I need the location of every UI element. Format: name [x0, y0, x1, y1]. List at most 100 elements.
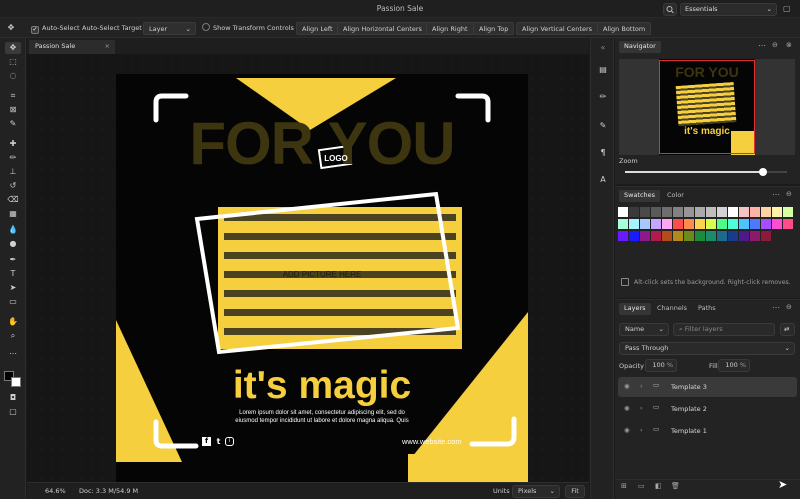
panel-menu-icon[interactable]: ⋯	[758, 41, 766, 50]
filter-layers-input[interactable]: ⌕ Filter layers	[673, 323, 775, 336]
color-swatch[interactable]	[640, 231, 650, 241]
color-swatch[interactable]	[739, 219, 749, 229]
panel-menu-icon[interactable]: ⋯	[772, 303, 780, 312]
brush-settings-icon[interactable]: ✏	[595, 91, 611, 103]
delete-layer-icon[interactable]: 🗑	[671, 482, 680, 490]
color-swatch[interactable]	[673, 231, 683, 241]
fit-button[interactable]: Fit	[565, 485, 585, 498]
lasso-tool-icon[interactable]: ◌	[5, 70, 21, 82]
crop-tool-icon[interactable]: ⌗	[5, 90, 21, 102]
zoom-readout[interactable]: 64.6%	[45, 487, 66, 495]
color-swatch[interactable]	[684, 219, 694, 229]
color-swatch[interactable]	[772, 207, 782, 217]
more-tools-icon[interactable]: ⋯	[5, 348, 21, 360]
workspace-select[interactable]: Essentials ⌄	[680, 3, 777, 16]
tab-color[interactable]: Color	[662, 190, 689, 202]
units-select[interactable]: Pixels ⌄	[512, 485, 560, 498]
chevron-right-icon[interactable]: ›	[640, 404, 643, 412]
color-swatch[interactable]	[651, 219, 661, 229]
layer-row[interactable]: ◉ › ▭ Template 3	[618, 377, 797, 397]
navigator-preview[interactable]: FOR YOU it's magic	[619, 59, 795, 155]
color-swatch[interactable]	[706, 231, 716, 241]
color-swatch[interactable]	[684, 231, 694, 241]
color-swatch[interactable]	[728, 207, 738, 217]
chevron-right-icon[interactable]: ›	[640, 382, 643, 390]
zoom-tool-icon[interactable]: ⌕	[5, 330, 21, 342]
color-swatch[interactable]	[651, 207, 661, 217]
add-swatch-icon[interactable]	[621, 278, 629, 286]
color-swatch[interactable]	[772, 219, 782, 229]
chevron-right-icon[interactable]: ›	[640, 426, 643, 434]
collapse-icon[interactable]: «	[595, 42, 611, 54]
gradient-tool-icon[interactable]: ▦	[5, 208, 21, 220]
tab-paths[interactable]: Paths	[693, 303, 721, 315]
brush-presets-icon[interactable]: ✎	[595, 120, 611, 132]
color-swatch[interactable]	[629, 219, 639, 229]
color-swatch[interactable]	[662, 219, 672, 229]
filter-type-select[interactable]: Name ⌄	[619, 323, 669, 336]
new-group-icon[interactable]: ▭	[638, 482, 645, 490]
collapse-icon[interactable]: ⊖	[772, 41, 778, 49]
search-button[interactable]	[663, 3, 677, 16]
filter-toggle-button[interactable]: ⇄	[780, 323, 795, 336]
color-swatch[interactable]	[640, 219, 650, 229]
layer-row[interactable]: ◉ › ▭ Template 2	[618, 399, 797, 419]
close-icon[interactable]: ×	[105, 42, 110, 50]
quick-mask-icon[interactable]: ◘	[5, 392, 21, 404]
align-left-button[interactable]: Align Left	[296, 22, 339, 35]
color-swatch[interactable]	[673, 207, 683, 217]
blend-mode-select[interactable]: Pass Through ⌄	[619, 342, 795, 355]
target-select[interactable]: Layer ⌄	[143, 22, 196, 35]
color-swatch[interactable]	[629, 231, 639, 241]
color-swatch[interactable]	[618, 219, 628, 229]
marquee-tool-icon[interactable]: ⬚	[5, 56, 21, 68]
color-swatch[interactable]	[640, 207, 650, 217]
eye-icon[interactable]: ◉	[624, 404, 630, 412]
color-swatch[interactable]	[728, 219, 738, 229]
panel-menu-icon[interactable]: ⋯	[772, 190, 780, 199]
healing-tool-icon[interactable]: ✚	[5, 138, 21, 150]
zoom-slider-thumb[interactable]	[758, 168, 767, 176]
blur-tool-icon[interactable]: 💧	[5, 224, 21, 236]
dodge-tool-icon[interactable]: ●	[5, 238, 21, 250]
tab-swatches[interactable]: Swatches	[619, 190, 661, 202]
fill-input[interactable]: 100 %	[718, 359, 750, 372]
color-swatch[interactable]	[783, 219, 793, 229]
auto-select-checkbox[interactable]: ✓ Auto-Select	[26, 22, 85, 35]
color-swatch[interactable]	[684, 207, 694, 217]
color-swatch[interactable]	[761, 219, 771, 229]
frame-tool-icon[interactable]: ⊠	[5, 104, 21, 116]
tab-channels[interactable]: Channels	[652, 303, 692, 315]
collapse-icon[interactable]: ⊖	[786, 190, 792, 198]
opacity-input[interactable]: 100 %	[645, 359, 677, 372]
align-hcenter-button[interactable]: Align Horizontal Centers	[337, 22, 428, 35]
eraser-tool-icon[interactable]: ⌫	[5, 194, 21, 206]
maximize-icon[interactable]: ▢	[783, 4, 793, 14]
collapse-icon[interactable]: ⊖	[786, 303, 792, 311]
path-select-icon[interactable]: ➤	[5, 282, 21, 294]
screen-mode-icon[interactable]: ▢	[5, 406, 21, 418]
document-tab[interactable]: Passion Sale ×	[29, 40, 115, 54]
color-swatch[interactable]	[662, 207, 672, 217]
eye-icon[interactable]: ◉	[624, 426, 630, 434]
color-swatch[interactable]	[750, 231, 760, 241]
type-tool-icon[interactable]: T	[5, 268, 21, 280]
color-swatch[interactable]	[750, 207, 760, 217]
zoom-slider-track[interactable]	[625, 168, 787, 176]
align-top-button[interactable]: Align Top	[473, 22, 515, 35]
align-bottom-button[interactable]: Align Bottom	[597, 22, 652, 35]
pen-tool-icon[interactable]: ✒	[5, 254, 21, 266]
character-icon[interactable]: A	[595, 174, 611, 186]
tab-layers[interactable]: Layers	[619, 303, 651, 315]
layer-row[interactable]: ◉ › ▭ Template 1	[618, 421, 797, 441]
color-swatch[interactable]	[706, 219, 716, 229]
hand-tool-icon[interactable]: ✋	[5, 316, 21, 328]
color-swatch[interactable]	[750, 219, 760, 229]
mask-icon[interactable]: ◧	[655, 482, 662, 490]
color-swatch[interactable]	[717, 219, 727, 229]
color-swatch[interactable]	[695, 207, 705, 217]
artboard[interactable]: FOR YOU LOGO ADD PICTURE HERE it's magic…	[116, 74, 528, 484]
color-swatch[interactable]	[706, 207, 716, 217]
align-right-button[interactable]: Align Right	[426, 22, 474, 35]
color-swatch[interactable]	[618, 207, 628, 217]
